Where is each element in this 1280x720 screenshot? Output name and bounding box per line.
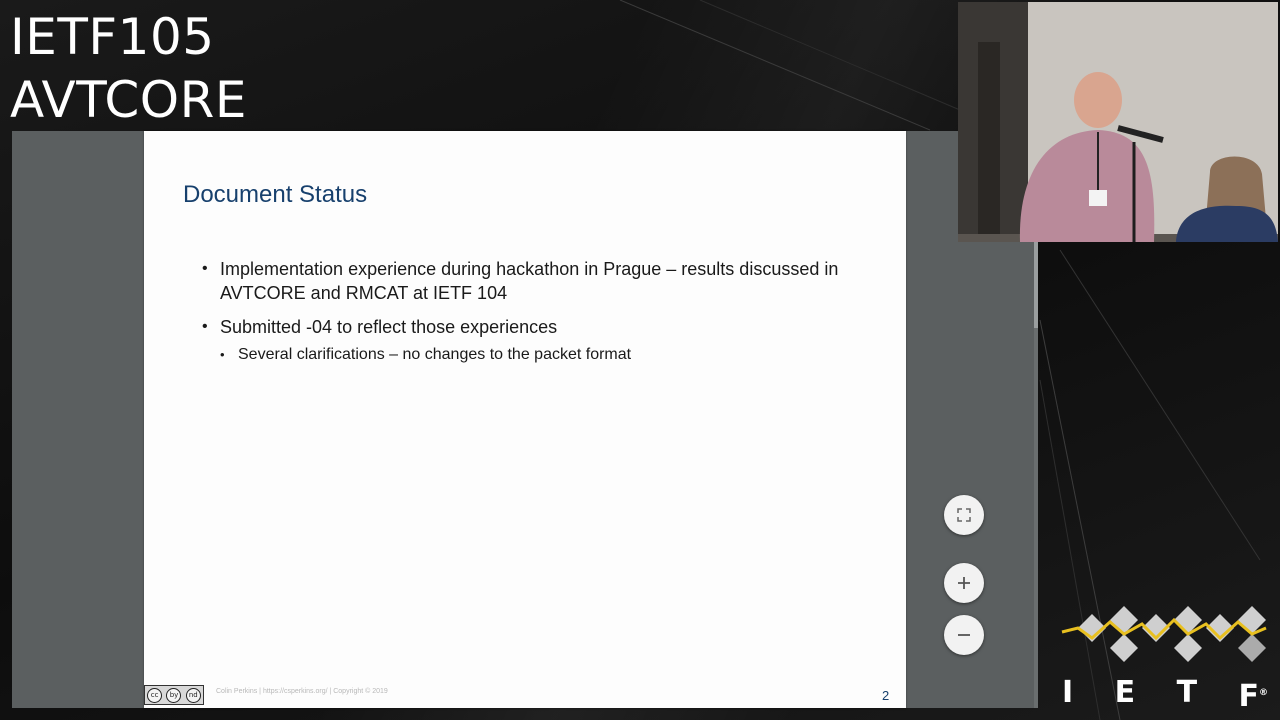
minus-icon	[958, 634, 970, 636]
cc-nd-icon: nd	[185, 687, 201, 703]
session-title-line2: AVTCORE	[10, 71, 247, 129]
slide-title: Document Status	[183, 181, 368, 208]
speaker-video-frame	[958, 2, 1278, 242]
speaker-video	[958, 2, 1278, 242]
creative-commons-badge: cc by nd	[144, 685, 204, 705]
fullscreen-button[interactable]	[944, 495, 984, 535]
slide-page: Document Status Implementation experienc…	[144, 131, 906, 708]
session-title: IETF105 AVTCORE	[10, 6, 247, 132]
ietf-letter: F	[1238, 679, 1260, 714]
cc-icon: cc	[147, 687, 163, 703]
fullscreen-icon	[957, 508, 971, 522]
cc-by-icon: by	[166, 687, 182, 703]
slide-bullet-text: Implementation experience during hackath…	[220, 259, 839, 303]
zoom-in-button[interactable]	[944, 563, 984, 603]
registered-mark: ®	[1259, 688, 1268, 698]
viewer-scrollbar-thumb[interactable]	[1034, 240, 1038, 328]
ietf-letter: I	[1062, 675, 1074, 710]
session-title-line1: IETF105	[10, 8, 215, 66]
slide-bullet-text: Submitted -04 to reflect those experienc…	[220, 317, 558, 337]
slide-bullet-list: Implementation experience during hackath…	[202, 257, 852, 365]
slide-bullet: Implementation experience during hackath…	[202, 257, 852, 305]
zoom-out-button[interactable]	[944, 615, 984, 655]
slide-sub-bullet-text: Several clarifications – no changes to t…	[238, 346, 632, 363]
slide-footer: Colin Perkins | https://csperkins.org/ |…	[216, 688, 388, 695]
ietf-wordmark: I E T F®	[1062, 676, 1268, 714]
slide-bullet: Submitted -04 to reflect those experienc…	[202, 315, 852, 339]
ietf-letter-with-mark: F®	[1239, 676, 1269, 714]
slide-page-number: 2	[882, 688, 890, 703]
slide-sub-bullet: Several clarifications – no changes to t…	[220, 345, 852, 365]
plus-icon	[958, 577, 970, 589]
ietf-letter: T	[1176, 675, 1198, 710]
ietf-letter: E	[1114, 675, 1136, 710]
